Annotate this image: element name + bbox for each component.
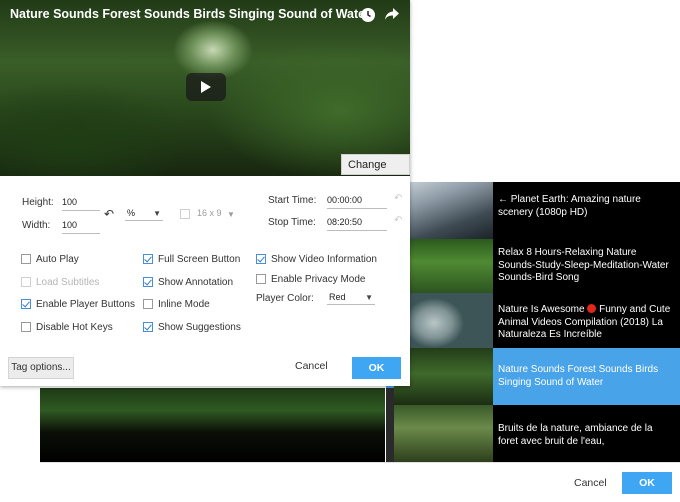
full-screen-button-checkbox[interactable] xyxy=(143,254,153,264)
width-input[interactable]: 100 xyxy=(62,220,100,234)
playlist-item[interactable]: Bruits de la nature, ambiance de la fore… xyxy=(386,405,680,462)
height-label: Height: xyxy=(22,197,54,208)
ok-button[interactable]: OK xyxy=(352,357,401,379)
reset-start-icon[interactable]: ↶ xyxy=(394,193,402,204)
playlist-item-title: Bruits de la nature, ambiance de la fore… xyxy=(498,423,653,447)
unit-select-value: % xyxy=(127,208,136,218)
playlist-scrollbar[interactable] xyxy=(386,388,394,462)
enable-privacy-mode-checkbox[interactable] xyxy=(256,274,266,284)
show-video-information-label: Show Video Information xyxy=(271,254,377,265)
show-suggestions-checkbox[interactable] xyxy=(143,322,153,332)
background-cancel-button[interactable]: Cancel xyxy=(574,477,607,489)
show-annotation-label: Show Annotation xyxy=(158,277,234,288)
unit-select[interactable]: % ▼ xyxy=(125,207,163,221)
play-button[interactable] xyxy=(186,73,226,101)
auto-play-label: Auto Play xyxy=(36,254,79,265)
start-time-label: Start Time: xyxy=(268,195,317,206)
background-video-preview xyxy=(40,388,385,462)
video-title[interactable]: Nature Sounds Forest Sounds Birds Singin… xyxy=(10,7,370,21)
height-input[interactable]: 100 xyxy=(62,197,100,211)
playlist-item-title: Nature Is Awesome Funny and Cute Animal … xyxy=(498,304,674,342)
show-suggestions-label: Show Suggestions xyxy=(158,322,241,333)
disable-hot-keys-checkbox[interactable] xyxy=(21,322,31,332)
playlist-thumbnail xyxy=(394,405,493,462)
playlist-item-title: ← Planet Earth: Amazing nature scenery (… xyxy=(498,194,641,218)
playlist-item[interactable]: Relax 8 Hours-Relaxing Nature Sounds-Stu… xyxy=(386,239,680,296)
playlist-item[interactable]: Nature Is Awesome Funny and Cute Animal … xyxy=(386,292,680,349)
enable-player-buttons-label: Enable Player Buttons xyxy=(36,299,135,310)
player-color-select[interactable]: Red ▼ xyxy=(327,291,375,305)
full-screen-button-label: Full Screen Button xyxy=(158,254,241,265)
video-preview[interactable]: Nature Sounds Forest Sounds Birds Singin… xyxy=(0,0,410,176)
show-annotation-checkbox[interactable] xyxy=(143,277,153,287)
stop-time-label: Stop Time: xyxy=(268,217,316,228)
red-circle-icon xyxy=(587,304,597,313)
enable-player-buttons-checkbox[interactable] xyxy=(21,299,31,309)
playlist-panel: ← Planet Earth: Amazing nature scenery (… xyxy=(386,182,680,462)
inline-mode-checkbox[interactable] xyxy=(143,299,153,309)
background-ok-button[interactable]: OK xyxy=(622,472,672,494)
reset-stop-icon[interactable]: ↶ xyxy=(394,215,402,226)
disable-hot-keys-label: Disable Hot Keys xyxy=(36,322,113,333)
tag-options-button[interactable]: Tag options... xyxy=(8,357,74,379)
cancel-button[interactable]: Cancel xyxy=(295,360,328,372)
embed-video-dialog: Nature Sounds Forest Sounds Birds Singin… xyxy=(0,0,410,386)
link-dimensions-icon[interactable]: ↶ xyxy=(104,207,114,221)
width-label: Width: xyxy=(22,220,51,231)
chevron-down-icon: ▼ xyxy=(227,210,235,219)
watch-later-icon[interactable] xyxy=(361,8,375,22)
playlist-item-active[interactable]: Nature Sounds Forest Sounds Birds Singin… xyxy=(386,348,680,405)
playlist-item[interactable]: ← Planet Earth: Amazing nature scenery (… xyxy=(386,182,680,239)
chevron-down-icon: ▼ xyxy=(365,293,373,302)
playlist-item-title: Relax 8 Hours-Relaxing Nature Sounds-Stu… xyxy=(498,247,669,283)
aspect-ratio-checkbox[interactable] xyxy=(180,209,190,219)
show-video-information-checkbox[interactable] xyxy=(256,254,266,264)
player-color-value: Red xyxy=(329,292,346,302)
player-color-label: Player Color: xyxy=(256,293,314,304)
load-subtitles-checkbox[interactable] xyxy=(21,277,31,287)
change-video-button[interactable]: Change Video xyxy=(341,154,410,175)
inline-mode-label: Inline Mode xyxy=(158,299,210,310)
stop-time-input[interactable]: 08:20:50 xyxy=(327,217,387,231)
share-icon[interactable] xyxy=(384,7,400,26)
playlist-item-title: Nature Sounds Forest Sounds Birds Singin… xyxy=(498,364,659,388)
playlist-item-title-part: Nature Is Awesome xyxy=(498,304,585,315)
load-subtitles-label: Load Subtitles xyxy=(36,277,100,288)
enable-privacy-mode-label: Enable Privacy Mode xyxy=(271,274,366,285)
start-time-input[interactable]: 00:00:00 xyxy=(327,195,387,209)
aspect-ratio-select[interactable]: 16 x 9 xyxy=(197,208,222,218)
play-icon xyxy=(201,81,211,93)
auto-play-checkbox[interactable] xyxy=(21,254,31,264)
chevron-down-icon: ▼ xyxy=(153,209,161,218)
